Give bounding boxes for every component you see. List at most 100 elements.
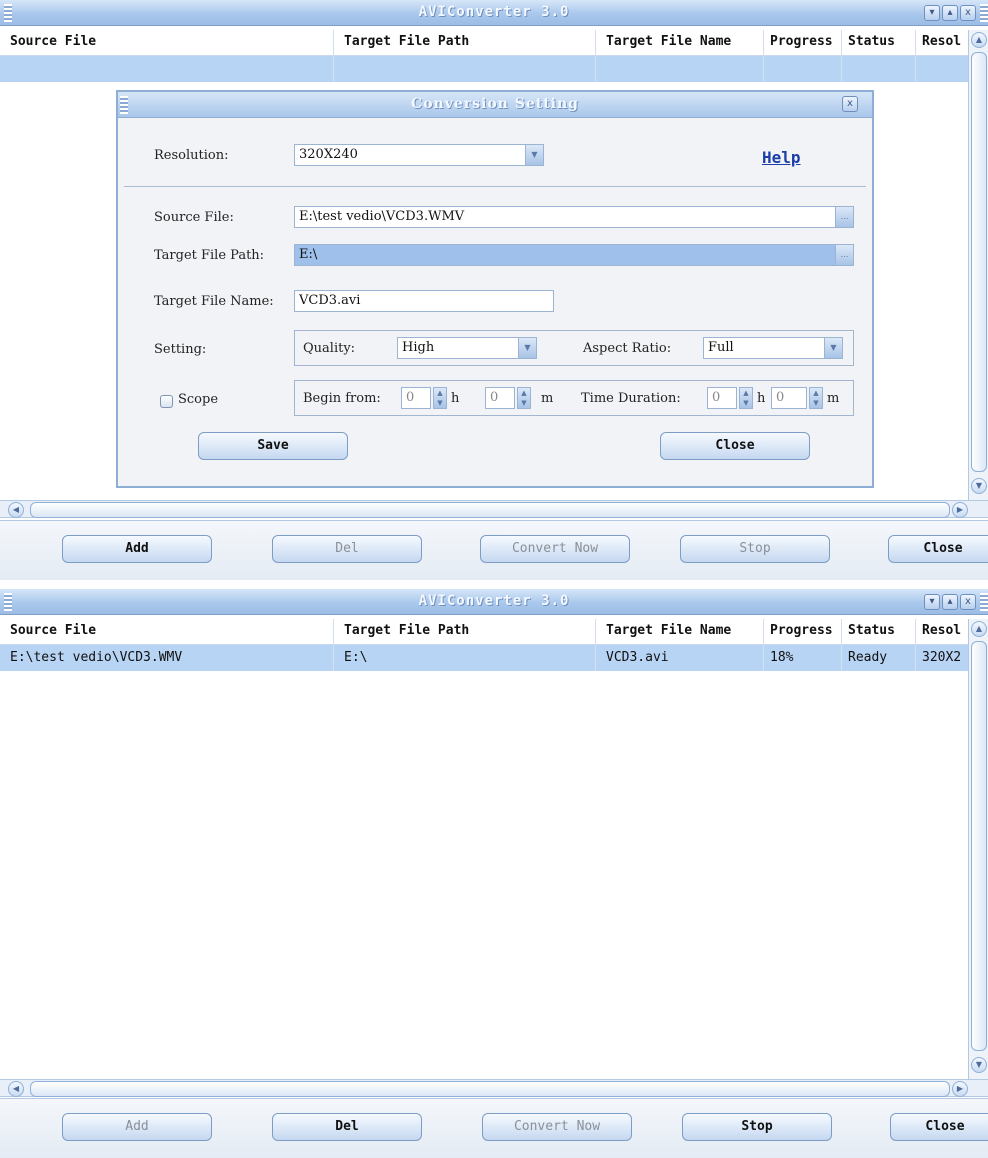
resolution-value: 320X240 [299,147,358,162]
scroll-left-icon[interactable]: ◀ [8,1081,24,1097]
maximize-button[interactable]: ▴ [942,5,958,21]
chevron-down-icon[interactable]: ▼ [824,338,842,358]
source-file-label: Source File: [154,210,234,225]
scroll-right-icon[interactable]: ▶ [952,502,968,518]
duration-minutes-value: 0 [776,390,785,405]
col-target-file-name[interactable]: Target File Name [596,30,764,56]
scroll-down-icon[interactable]: ▼ [971,478,987,494]
scroll-down-icon[interactable]: ▼ [971,1057,987,1073]
setting-group: Quality: High ▼ Aspect Ratio: Full ▼ [294,330,854,366]
maximize-button[interactable]: ▴ [942,594,958,610]
save-button[interactable]: Save [198,432,348,460]
col-target-file-name[interactable]: Target File Name [596,619,764,645]
del-button[interactable]: Del [272,1113,422,1141]
target-file-path-field[interactable]: E:\ … [294,244,854,266]
target-file-name-value: VCD3.avi [299,293,361,308]
col-target-file-path[interactable]: Target File Path [334,30,596,56]
duration-hours-input[interactable]: 0 [707,387,737,409]
title-bar[interactable]: AVIConverter 3.0 ▾ ▴ x [0,0,988,26]
table-row-empty-selected[interactable] [0,56,968,82]
begin-hours-spinner[interactable]: ▲ ▼ [433,387,447,409]
begin-hours-input[interactable]: 0 [401,387,431,409]
aspect-ratio-select[interactable]: Full ▼ [703,337,843,359]
source-file-field[interactable]: E:\test vedio\VCD3.WMV … [294,206,854,228]
col-status[interactable]: Status [842,30,916,56]
stop-button[interactable]: Stop [680,535,830,563]
begin-hours-value: 0 [406,390,415,405]
dialog-close-icon[interactable]: x [842,96,858,112]
convert-now-button[interactable]: Convert Now [480,535,630,563]
vertical-scrollbar[interactable]: ▲ ▼ [968,619,988,1079]
button-bar: Add Del Convert Now Stop Close [0,1098,988,1158]
title-bar[interactable]: AVIConverter 3.0 ▾ ▴ x [0,589,988,615]
col-resolution[interactable]: Resol [916,30,968,56]
table-row[interactable]: E:\test vedio\VCD3.WMV E:\ VCD3.avi 18% … [0,645,968,671]
help-link[interactable]: Help [762,148,801,167]
browse-target-button[interactable]: … [835,245,853,265]
duration-hours-spinner[interactable]: ▲ ▼ [739,387,753,409]
col-progress[interactable]: Progress [764,30,842,56]
col-resolution[interactable]: Resol [916,619,968,645]
scope-checkbox[interactable] [160,395,173,408]
horizontal-scrollbar[interactable]: ◀ ▶ [0,500,988,518]
duration-minutes-unit: m [827,391,840,406]
target-file-name-field[interactable]: VCD3.avi [294,290,554,312]
del-button[interactable]: Del [272,535,422,563]
dialog-title-bar[interactable]: Conversion Setting x [118,92,872,118]
vertical-scroll-thumb[interactable] [971,52,987,472]
scroll-up-icon[interactable]: ▲ [971,621,987,637]
minimize-button[interactable]: ▾ [924,594,940,610]
stop-button[interactable]: Stop [682,1113,832,1141]
begin-minutes-spinner[interactable]: ▲ ▼ [517,387,531,409]
scroll-left-icon[interactable]: ◀ [8,502,24,518]
cell-empty [334,56,596,82]
begin-minutes-value: 0 [490,390,499,405]
duration-minutes-spinner[interactable]: ▲ ▼ [809,387,823,409]
close-window-button[interactable]: x [960,5,976,21]
vertical-scrollbar[interactable]: ▲ ▼ [968,30,988,500]
convert-now-button[interactable]: Convert Now [482,1113,632,1141]
close-button[interactable]: Close [888,535,988,563]
vertical-scroll-thumb[interactable] [971,641,987,1051]
scope-label: Scope [178,392,219,407]
quality-value: High [402,340,435,355]
add-button[interactable]: Add [62,535,212,563]
chevron-down-icon[interactable]: ▼ [518,338,536,358]
col-progress[interactable]: Progress [764,619,842,645]
scope-group: Begin from: 0 ▲ ▼ h 0 ▲ ▼ m Time Duration:… [294,380,854,416]
main-window-converting: AVIConverter 3.0 ▾ ▴ x Source File Targe… [0,589,988,1158]
dialog-close-button[interactable]: Close [660,432,810,460]
cell-resolution: 320X2 [922,650,962,665]
resolution-select[interactable]: 320X240 ▼ [294,144,544,166]
col-source-file[interactable]: Source File [0,30,334,56]
aspect-ratio-value: Full [708,340,734,355]
begin-from-label: Begin from: [303,391,381,406]
scroll-up-icon[interactable]: ▲ [971,32,987,48]
col-source-file[interactable]: Source File [0,619,334,645]
duration-hours-value: 0 [712,390,721,405]
duration-minutes-input[interactable]: 0 [771,387,807,409]
close-button[interactable]: Close [890,1113,988,1141]
add-button[interactable]: Add [62,1113,212,1141]
table-header: Source File Target File Path Target File… [0,619,968,645]
cell-source-file: E:\test vedio\VCD3.WMV [0,645,334,671]
cell-empty [0,56,334,82]
quality-select[interactable]: High ▼ [397,337,537,359]
main-window-with-dialog: AVIConverter 3.0 ▾ ▴ x Source File Targe… [0,0,988,580]
table-header: Source File Target File Path Target File… [0,30,968,56]
browse-source-button[interactable]: … [835,207,853,227]
chevron-down-icon[interactable]: ▼ [525,145,543,165]
scroll-right-icon[interactable]: ▶ [952,1081,968,1097]
minutes-unit: m [541,391,554,406]
minimize-button[interactable]: ▾ [924,5,940,21]
close-window-button[interactable]: x [960,594,976,610]
title-grip-right-icon [980,593,988,611]
target-file-path-value: E:\ [299,247,318,262]
begin-minutes-input[interactable]: 0 [485,387,515,409]
col-status[interactable]: Status [842,619,916,645]
col-target-file-path[interactable]: Target File Path [334,619,596,645]
divider [124,186,866,187]
horizontal-scroll-thumb[interactable] [30,1081,950,1097]
horizontal-scrollbar[interactable]: ◀ ▶ [0,1079,988,1097]
horizontal-scroll-thumb[interactable] [30,502,950,518]
